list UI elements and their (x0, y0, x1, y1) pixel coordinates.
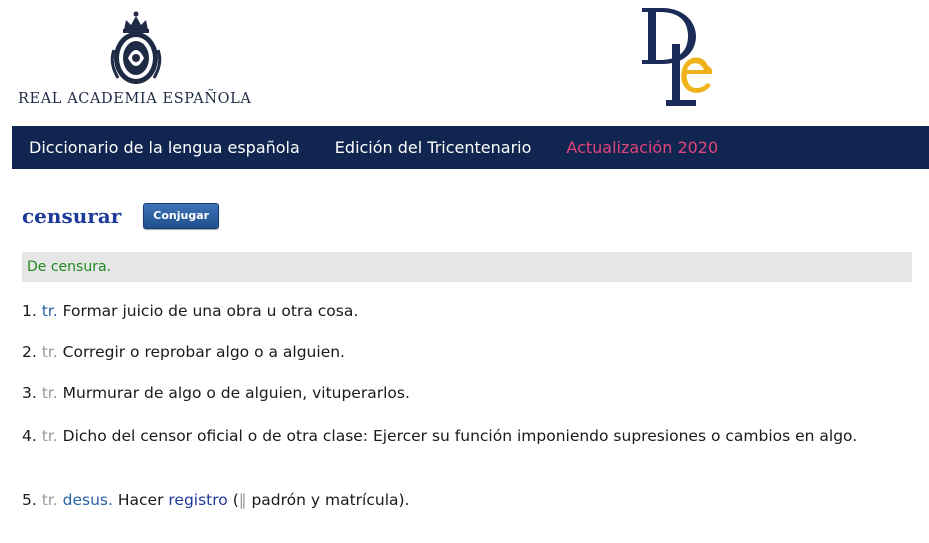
nav-item-edicion-tricentenario[interactable]: Edición del Tricentenario (335, 138, 532, 157)
abbr-desusado[interactable]: desus. (63, 491, 113, 509)
sense-definition: Hacer (117, 491, 164, 509)
sense-number: 5. (22, 491, 37, 509)
top-navbar: Diccionario de la lengua española Edició… (12, 126, 929, 169)
institution-name: REAL ACADEMIA ESPAÑOLA (18, 91, 252, 107)
sense-item-3: 3. tr. Murmurar de algo o de alguien, vi… (22, 381, 902, 405)
sense-item-5: 5. tr. desus. Hacer registro (‖ padrón y… (22, 488, 902, 512)
link-registro[interactable]: registro (168, 491, 227, 509)
sense-number: 4. (22, 427, 37, 445)
sense-definition: Formar juicio de una obra u otra cosa. (62, 302, 359, 320)
sense-number: 2. (22, 343, 37, 361)
sense-definition: Murmurar de algo o de alguien, vituperar… (62, 384, 410, 402)
abbr-transitive[interactable]: tr. (42, 384, 58, 402)
conjugate-button[interactable]: Conjugar (143, 203, 220, 229)
lemma-title: censurar (22, 204, 122, 228)
sense-number: 1. (22, 302, 37, 320)
nav-item-actualizacion[interactable]: Actualización 2020 (566, 138, 718, 157)
dle-logo-icon[interactable] (638, 4, 718, 110)
sense-number: 3. (22, 384, 37, 402)
rae-logo[interactable]: REAL ACADEMIA ESPAÑOLA (18, 8, 258, 112)
abbr-transitive[interactable]: tr. (42, 343, 58, 361)
abbr-transitive[interactable]: tr. (42, 302, 58, 320)
abbr-transitive[interactable]: tr. (42, 491, 58, 509)
site-header: REAL ACADEMIA ESPAÑOLA (0, 0, 929, 120)
double-bar-separator: ‖ (238, 491, 247, 509)
rae-crest-icon (110, 11, 162, 84)
sense-item-2: 2. tr. Corregir o reprobar algo o a algu… (22, 340, 902, 364)
abbr-transitive[interactable]: tr. (42, 427, 58, 445)
sense-definition: Dicho del censor oficial o de otra clase… (62, 427, 858, 445)
nav-item-diccionario[interactable]: Diccionario de la lengua española (29, 138, 300, 157)
sense-definition: Corregir o reprobar algo o a alguien. (62, 343, 345, 361)
etymology-box: De censura. (22, 252, 912, 282)
sense-item-1: 1. tr. Formar juicio de una obra u otra … (22, 299, 902, 323)
sense-item-4: 4. tr. Dicho del censor oficial o de otr… (22, 424, 902, 448)
entry-header: censurar Conjugar (22, 203, 220, 229)
sense-definition-tail: padrón y matrícula). (251, 491, 410, 509)
